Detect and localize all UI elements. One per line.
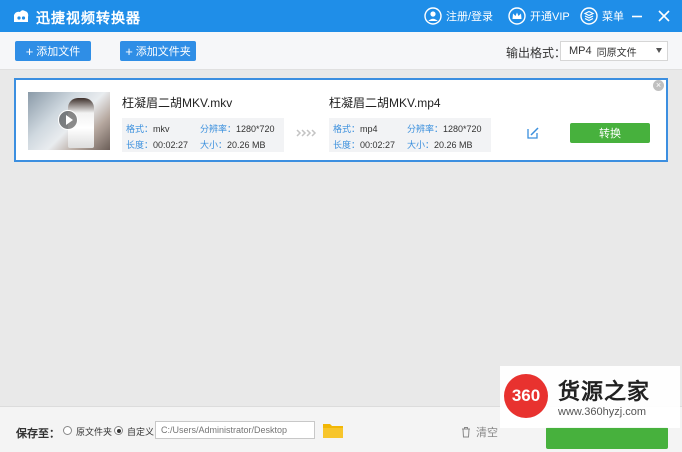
source-meta: 格式：mkv 分辨率：1280*720 长度：00:02:27 大小：20.26… [122,118,284,152]
play-icon[interactable] [58,110,78,130]
watermark: 360 货源之家 www.360hyzj.com [500,366,680,428]
add-folder-button[interactable]: + 添加文件夹 [120,41,196,61]
watermark-text: 货源之家 [558,379,651,404]
title-bar: 迅捷视频转换器 注册/登录 开通VIP 菜单 [0,0,682,32]
source-resolution: 1280*720 [236,124,275,134]
app-title: 迅捷视频转换器 [36,10,141,26]
minimize-icon[interactable] [629,8,645,24]
target-file-name: 枉凝眉二胡MKV.mp4 [329,96,441,110]
save-path-input[interactable] [155,421,315,439]
source-size: 20.26 MB [227,140,266,150]
add-folder-label: 添加文件夹 [135,46,191,58]
radio-custom-label: 自定义 [127,427,155,437]
resolution-key: 分辨率： [407,124,444,134]
add-file-button[interactable]: + 添加文件 [15,41,91,61]
output-format-value: MP4 [569,45,592,57]
video-thumbnail[interactable] [28,92,110,150]
menu-button[interactable]: 菜单 [580,7,624,25]
edit-icon[interactable] [526,126,540,140]
user-icon [424,7,442,25]
output-format-sub: 同原文件 [596,47,637,59]
format-key: 格式： [333,124,361,134]
add-file-label: 添加文件 [36,46,81,58]
plus-icon: + [125,43,133,59]
clear-label: 清空 [476,427,498,439]
login-button[interactable]: 注册/登录 [424,7,493,25]
toolbar: + 添加文件 + 添加文件夹 输出格式： MP4 同原文件 [0,32,682,70]
output-format-label: 输出格式： [506,46,567,60]
radio-source-folder-label: 原文件夹 [76,427,113,437]
watermark-url: www.360hyzj.com [558,406,647,418]
size-key: 大小： [407,140,435,150]
vip-button[interactable]: 开通VIP [508,7,570,25]
vip-label: 开通VIP [530,11,570,23]
source-format: mkv [153,124,170,134]
resolution-key: 分辨率： [200,124,237,134]
output-format-select[interactable]: MP4 同原文件 [560,41,668,61]
app-logo-icon [14,10,29,22]
save-to-label: 保存至： [16,428,60,440]
format-key: 格式： [126,124,154,134]
menu-label: 菜单 [602,11,624,23]
file-item-card[interactable]: × 枉凝眉二胡MKV.mkv 格式：mkv 分辨率：1280*720 长度：00… [14,78,668,162]
login-label: 注册/登录 [446,11,494,23]
close-icon[interactable] [656,8,672,24]
source-duration: 00:02:27 [153,140,189,150]
crown-icon [508,7,526,25]
folder-icon[interactable] [322,421,344,439]
convert-button[interactable]: 转换 [570,123,650,143]
target-meta: 格式：mp4 分辨率：1280*720 长度：00:02:27 大小：20.26… [329,118,491,152]
trash-icon [462,427,470,438]
watermark-badge: 360 [504,374,548,418]
target-size: 20.26 MB [434,140,473,150]
convert-arrow-icon [296,129,317,137]
remove-item-icon[interactable]: × [653,80,664,91]
clear-button[interactable]: 清空 [460,424,498,440]
radio-custom[interactable] [114,426,123,435]
plus-icon: + [25,43,34,59]
target-duration: 00:02:27 [360,140,396,150]
radio-source-folder[interactable] [63,426,72,435]
size-key: 大小： [200,140,228,150]
menu-icon [580,7,598,25]
target-format: mp4 [360,124,378,134]
duration-key: 长度： [333,140,361,150]
target-resolution: 1280*720 [443,124,482,134]
source-file-name: 枉凝眉二胡MKV.mkv [122,96,233,110]
convert-all-button[interactable] [546,427,668,449]
chevron-down-icon [656,48,662,53]
duration-key: 长度： [126,140,154,150]
